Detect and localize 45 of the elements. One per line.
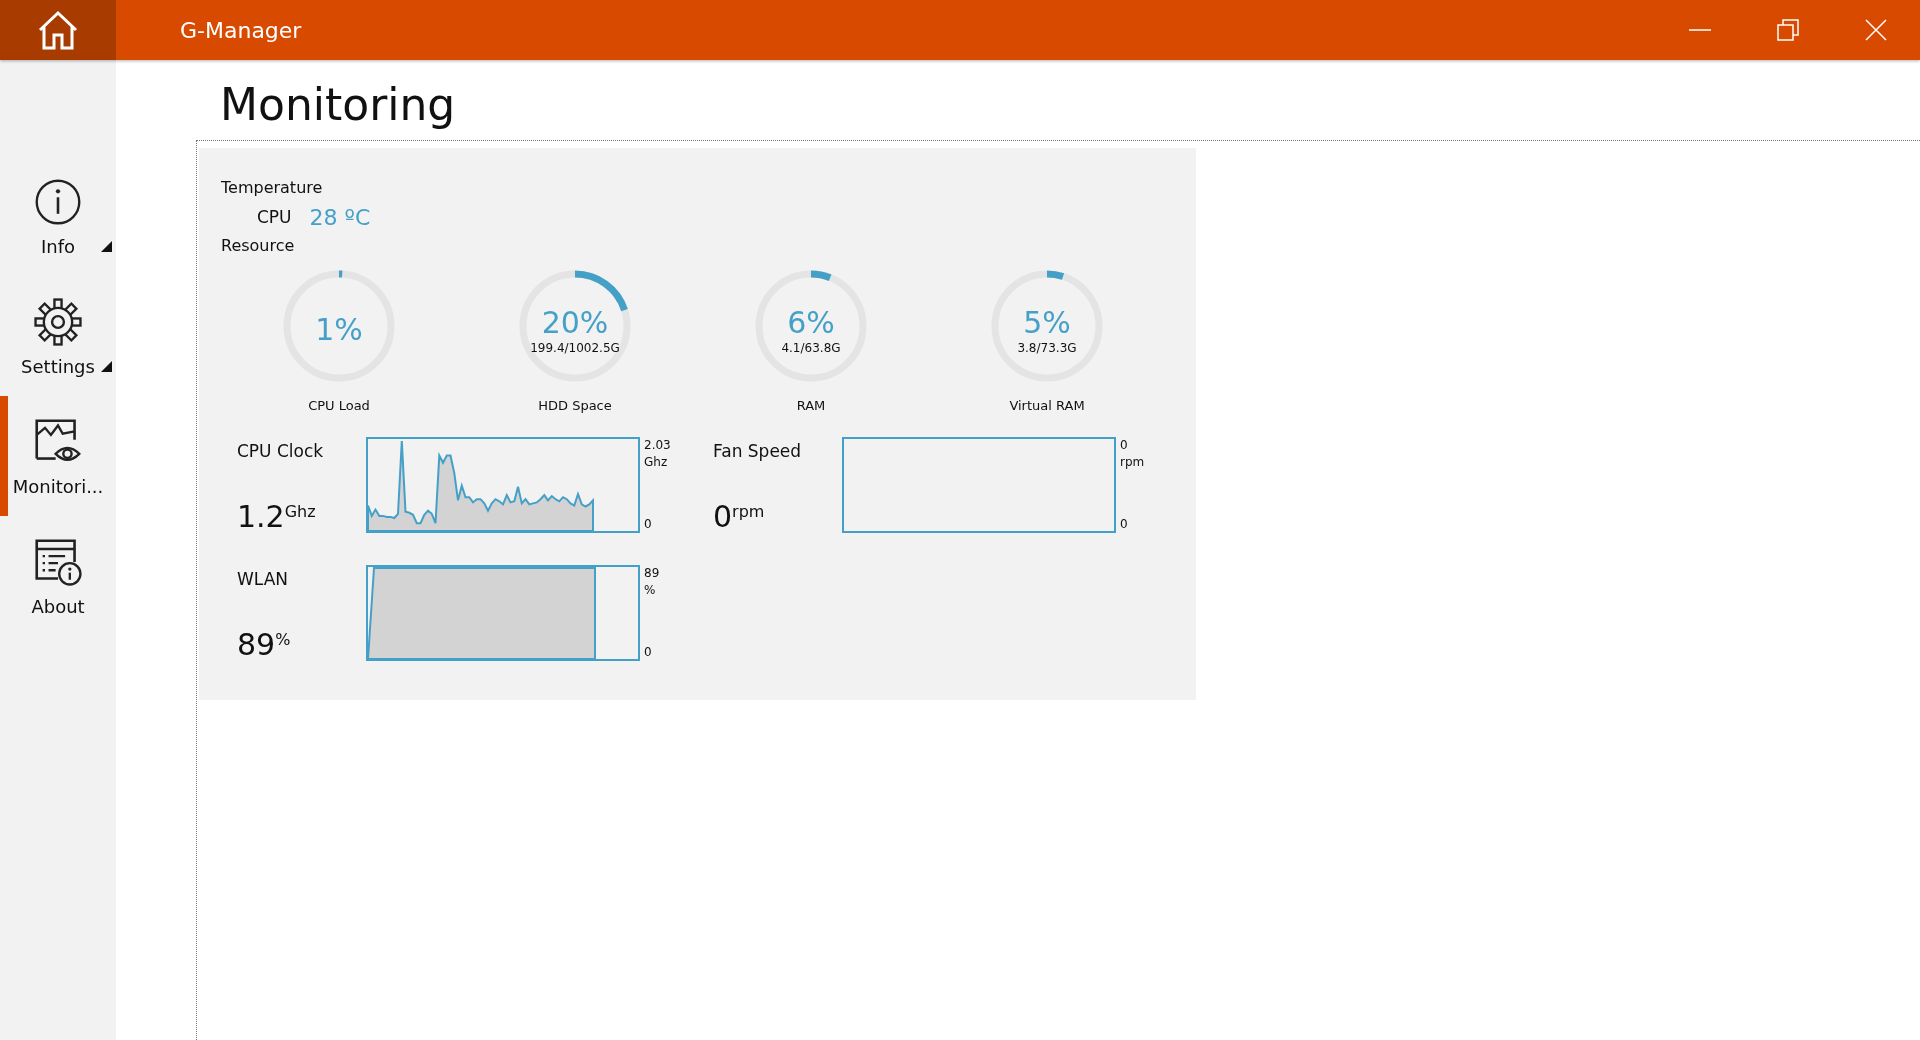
percent-value: 6% bbox=[787, 305, 835, 341]
gauge-label: CPU Load bbox=[308, 398, 370, 413]
section-title: Resource bbox=[221, 235, 296, 257]
home-icon bbox=[36, 8, 80, 52]
percent-value: 5% bbox=[1023, 305, 1071, 341]
usage-detail: 4.1/63.8G bbox=[781, 341, 841, 355]
nav-item[interactable]: Monitori... bbox=[0, 396, 116, 516]
gauge-label: Virtual RAM bbox=[1009, 398, 1085, 413]
current-value: 89 bbox=[237, 629, 276, 661]
window-title: G-Manager bbox=[180, 17, 303, 43]
axis-label: 0 bbox=[644, 516, 653, 533]
gauge-label: RAM bbox=[796, 398, 826, 413]
graph-title: WLAN bbox=[237, 569, 290, 589]
axis-label: 0 bbox=[644, 644, 653, 661]
usage-detail: 199.4/1002.5G bbox=[530, 341, 620, 355]
current-value: 1.2 bbox=[237, 501, 285, 533]
nav-item[interactable]: Settings bbox=[0, 276, 116, 396]
graph-title: Fan Speed bbox=[713, 441, 803, 461]
axis-unit: rpm bbox=[1120, 454, 1146, 471]
gauge-label: HDD Space bbox=[538, 398, 612, 413]
axis-unit: % bbox=[644, 582, 657, 599]
unit-label: Ghz bbox=[284, 501, 316, 521]
close-icon bbox=[1865, 19, 1887, 41]
restore-icon bbox=[1777, 19, 1799, 41]
percent-value: 1% bbox=[315, 312, 363, 348]
nav-item[interactable]: About bbox=[0, 516, 116, 636]
graph-title: CPU Clock bbox=[237, 441, 325, 461]
nav-item[interactable]: Info bbox=[0, 156, 116, 276]
axis-unit: Ghz bbox=[644, 454, 669, 471]
axis-label: 2.03 bbox=[644, 437, 672, 454]
settings-icon bbox=[32, 295, 84, 348]
percent-value: 20% bbox=[541, 305, 609, 341]
section-title: Temperature bbox=[221, 177, 324, 199]
home-button[interactable] bbox=[0, 0, 116, 60]
axis-label: 89 bbox=[644, 565, 661, 582]
current-value: 0 bbox=[713, 501, 733, 533]
usage-detail: 3.8/73.3G bbox=[1017, 341, 1077, 355]
temperature-reading: 28 ºC bbox=[309, 204, 371, 230]
axis-label: 0 bbox=[1120, 437, 1129, 454]
page-heading: Monitoring bbox=[220, 78, 457, 132]
axis-label: 0 bbox=[1120, 516, 1129, 533]
minimize-icon bbox=[1689, 29, 1711, 31]
unit-label: rpm bbox=[732, 501, 765, 523]
sensor-label: CPU bbox=[257, 207, 292, 227]
unit-label: % bbox=[275, 629, 291, 651]
